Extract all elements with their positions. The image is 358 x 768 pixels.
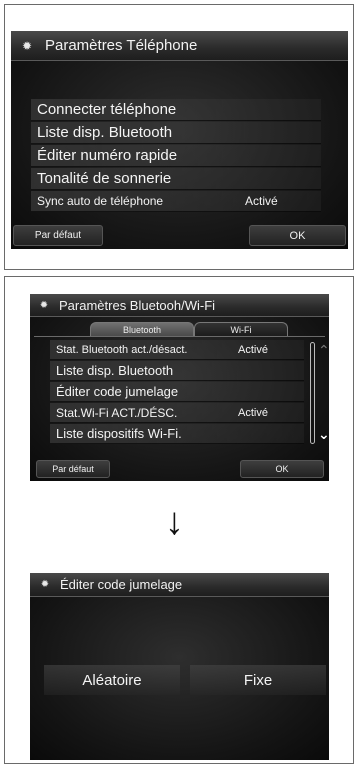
scroll-up-icon[interactable]: ⌃: [318, 342, 330, 359]
scrollbar[interactable]: [310, 342, 315, 444]
phone-settings-panel: ✹ Paramètres Téléphone Connecter télépho…: [4, 4, 354, 270]
status-value: Activé: [238, 343, 268, 356]
menu-item-label: Liste disp. Bluetooth: [56, 363, 174, 378]
bt-settings-screen: ✹ Paramètres Bluetooh/Wi-Fi Bluetooth Wi…: [30, 294, 330, 481]
menu-item-label: Éditer code jumelage: [56, 384, 179, 399]
title-bar: ✹ Paramètres Téléphone: [11, 31, 348, 61]
menu-item-bluetooth-list[interactable]: Liste disp. Bluetooth: [50, 361, 304, 381]
tab-label: Wi-Fi: [230, 324, 252, 335]
default-button[interactable]: Par défaut: [36, 460, 110, 478]
gear-icon: ✹: [39, 299, 49, 311]
ok-button-label: OK: [289, 229, 306, 242]
scroll-down-icon[interactable]: ⌄: [318, 426, 330, 443]
default-button[interactable]: Par défaut: [13, 225, 103, 246]
tab-label: Bluetooth: [122, 324, 162, 335]
ok-button-label: OK: [275, 464, 289, 474]
default-button-label: Par défaut: [52, 464, 94, 474]
menu-item-bluetooth-list[interactable]: Liste disp. Bluetooth: [31, 122, 321, 144]
gear-icon: ✹: [21, 38, 33, 53]
status-value: Activé: [238, 406, 268, 419]
menu-item-label: Liste dispositifs Wi-Fi.: [56, 426, 182, 441]
down-arrow: ↓: [165, 501, 184, 543]
ok-button[interactable]: OK: [240, 460, 324, 478]
menu-item-wifi-list[interactable]: Liste dispositifs Wi-Fi.: [50, 424, 304, 444]
menu-item-ringtone[interactable]: Tonalité de sonnerie: [31, 168, 321, 190]
menu-item-label: Connecter téléphone: [37, 101, 177, 118]
fixed-button[interactable]: Fixe: [190, 665, 326, 695]
random-button-label: Aléatoire: [82, 671, 142, 689]
menu-item-auto-sync[interactable]: Sync auto de téléphone Activé: [31, 191, 321, 212]
page-title: Paramètres Bluetooh/Wi-Fi: [59, 297, 216, 313]
tab-divider: [34, 336, 325, 337]
menu-item-label: Stat.Wi-Fi ACT./DÉSC.: [56, 405, 178, 420]
menu-item-speed-dial[interactable]: Éditer numéro rapide: [31, 145, 321, 167]
gear-icon: ✹: [40, 579, 50, 590]
menu-item-connect-phone[interactable]: Connecter téléphone: [31, 99, 321, 121]
menu-item-label: Sync auto de téléphone: [37, 194, 164, 208]
ok-button[interactable]: OK: [249, 225, 346, 246]
fixed-button-label: Fixe: [243, 671, 273, 689]
menu-item-label: Stat. Bluetooth act./désact.: [56, 343, 188, 356]
page-title: Paramètres Téléphone: [45, 37, 198, 54]
title-bar: ✹ Éditer code jumelage: [30, 573, 329, 597]
menu-item-bluetooth-status[interactable]: Stat. Bluetooth act./désact. Activé: [50, 340, 304, 360]
title-bar: ✹ Paramètres Bluetooh/Wi-Fi: [30, 294, 329, 317]
random-button[interactable]: Aléatoire: [44, 665, 180, 695]
menu-item-label: Tonalité de sonnerie: [37, 170, 172, 187]
pairing-code-screen: ✹ Éditer code jumelage Aléatoire Fixe: [30, 573, 329, 760]
tab-bluetooth[interactable]: Bluetooth: [90, 322, 194, 336]
page-title: Éditer code jumelage: [60, 577, 183, 592]
bt-wifi-panel: ✹ Paramètres Bluetooh/Wi-Fi Bluetooth Wi…: [4, 276, 354, 764]
default-button-label: Par défaut: [34, 230, 82, 241]
menu-item-label: Liste disp. Bluetooth: [37, 124, 173, 141]
menu-item-label: Éditer numéro rapide: [37, 147, 178, 164]
menu-item-pairing-code[interactable]: Éditer code jumelage: [50, 382, 304, 402]
menu-item-wifi-status[interactable]: Stat.Wi-Fi ACT./DÉSC. Activé: [50, 403, 304, 423]
phone-settings-screen: ✹ Paramètres Téléphone Connecter télépho…: [11, 31, 348, 249]
status-value: Activé: [245, 194, 278, 208]
tab-wifi[interactable]: Wi-Fi: [194, 322, 288, 336]
